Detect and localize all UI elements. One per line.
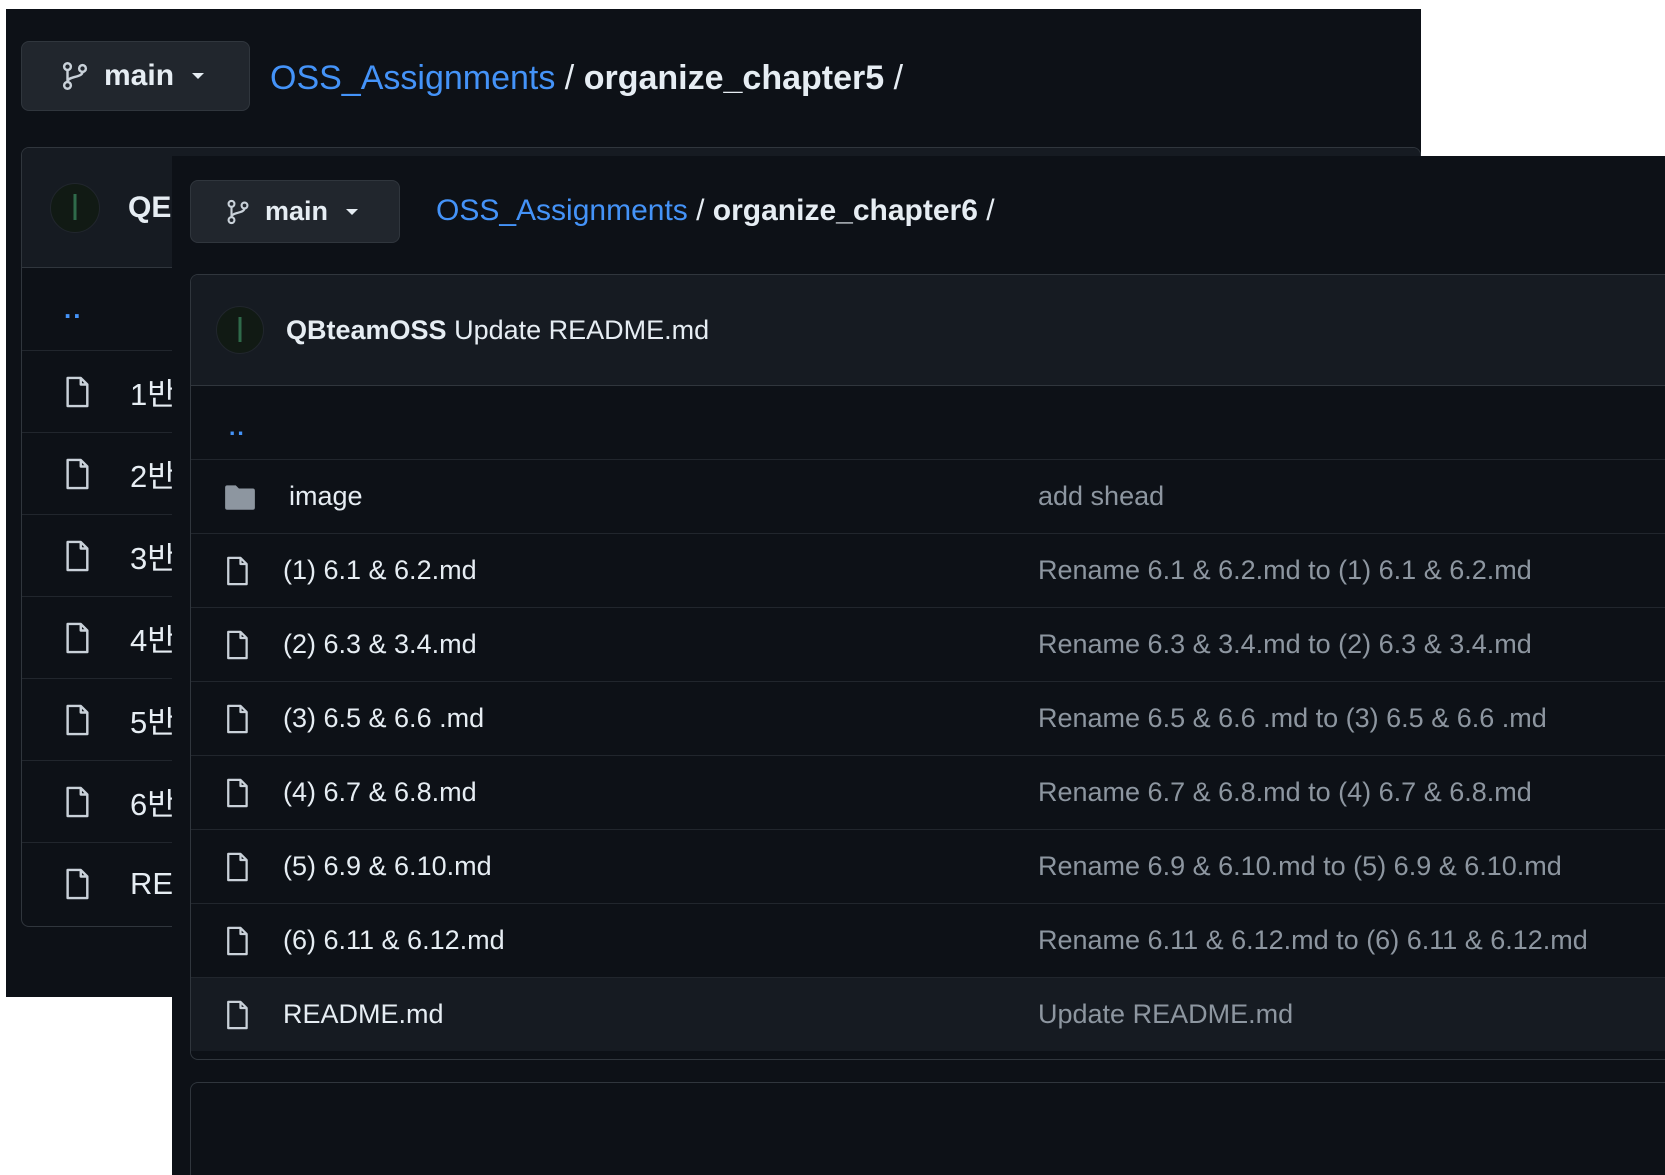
file-icon: [62, 785, 92, 819]
file-name-link[interactable]: (1) 6.1 & 6.2.md: [283, 555, 477, 586]
chevron-down-icon: [192, 73, 205, 79]
parent-directory-row[interactable]: ..: [191, 386, 1665, 459]
file-name-link[interactable]: 4반: [130, 615, 176, 660]
file-row[interactable]: (1) 6.1 & 6.2.md Rename 6.1 & 6.2.md to (…: [191, 533, 1665, 607]
commit-message-link[interactable]: Rename 6.3 & 3.4.md to (2) 6.3 & 3.4.md: [1038, 629, 1532, 660]
file-name-link[interactable]: (3) 6.5 & 6.6 .md: [283, 703, 484, 734]
breadcrumb-current-folder: organize_chapter5: [583, 59, 885, 97]
file-icon: [62, 621, 92, 655]
file-icon: [223, 703, 251, 735]
file-name-link[interactable]: 1반: [130, 369, 176, 414]
file-icon: [62, 867, 92, 901]
commit-message-link[interactable]: add shead: [1038, 481, 1164, 512]
commit-message-link[interactable]: Rename 6.1 & 6.2.md to (1) 6.1 & 6.2.md: [1038, 555, 1532, 586]
branch-name: main: [265, 196, 329, 226]
parent-directory-link[interactable]: ..: [229, 414, 246, 441]
breadcrumb-repo-link[interactable]: OSS_Assignments: [436, 194, 688, 227]
breadcrumb-separator: /: [687, 194, 713, 227]
git-branch-icon: [60, 60, 90, 92]
branch-name: main: [104, 59, 175, 92]
file-table: QBteamOSS Update README.md .. image add s…: [190, 274, 1665, 1060]
file-icon: [223, 555, 251, 587]
file-row[interactable]: (2) 6.3 & 3.4.md Rename 6.3 & 3.4.md to (…: [191, 607, 1665, 681]
breadcrumb: OSS_Assignments / organize_chapter6 /: [436, 194, 995, 228]
file-name-link[interactable]: 2반: [130, 451, 176, 496]
branch-selector-button[interactable]: main: [190, 180, 400, 243]
file-name-link[interactable]: README.md: [283, 999, 444, 1030]
breadcrumb-separator: /: [884, 59, 904, 97]
file-icon: [223, 925, 251, 957]
folder-name-link[interactable]: image: [289, 481, 363, 512]
file-name-link[interactable]: (4) 6.7 & 6.8.md: [283, 777, 477, 808]
breadcrumb-repo-link[interactable]: OSS_Assignments: [270, 59, 555, 97]
commit-message-link[interactable]: Rename 6.5 & 6.6 .md to (3) 6.5 & 6.6 .m…: [1038, 703, 1547, 734]
commit-message-link[interactable]: Rename 6.7 & 6.8.md to (4) 6.7 & 6.8.md: [1038, 777, 1532, 808]
parent-directory-link[interactable]: ..: [64, 294, 82, 325]
file-name-link[interactable]: (2) 6.3 & 3.4.md: [283, 629, 477, 660]
file-icon: [223, 629, 251, 661]
file-icon: [62, 703, 92, 737]
avatar[interactable]: [50, 182, 100, 233]
commit-message-link[interactable]: Rename 6.9 & 6.10.md to (5) 6.9 & 6.10.m…: [1038, 851, 1562, 882]
commit-author[interactable]: QE: [128, 191, 171, 225]
file-name-link[interactable]: (5) 6.9 & 6.10.md: [283, 851, 492, 882]
breadcrumb-current-folder: organize_chapter6: [712, 194, 978, 227]
file-icon: [62, 539, 92, 573]
git-branch-icon: [225, 198, 251, 226]
file-name-link[interactable]: 3반: [130, 533, 176, 578]
file-icon: [223, 999, 251, 1031]
chevron-down-icon: [346, 208, 359, 215]
breadcrumb-separator: /: [555, 59, 584, 97]
file-name-link[interactable]: RE: [130, 866, 173, 902]
file-icon: [223, 777, 251, 809]
folder-row[interactable]: image add shead: [191, 459, 1665, 533]
branch-selector-button[interactable]: main: [21, 41, 250, 111]
file-row[interactable]: README.md Update README.md: [191, 977, 1665, 1051]
latest-commit-bar: QBteamOSS Update README.md: [191, 275, 1665, 386]
file-row[interactable]: (5) 6.9 & 6.10.md Rename 6.9 & 6.10.md to…: [191, 829, 1665, 903]
file-icon: [62, 457, 92, 491]
breadcrumb-separator: /: [977, 194, 995, 227]
commit-author[interactable]: QBteamOSS: [286, 315, 447, 345]
commit-message-link[interactable]: Update README.md: [1038, 999, 1293, 1030]
file-row[interactable]: (4) 6.7 & 6.8.md Rename 6.7 & 6.8.md to (…: [191, 755, 1665, 829]
front-window-chapter6: main OSS_Assignments / organize_chapter6…: [172, 156, 1665, 1175]
file-icon: [62, 375, 92, 409]
commit-message-link[interactable]: Rename 6.11 & 6.12.md to (6) 6.11 & 6.12…: [1038, 925, 1588, 956]
file-name-link[interactable]: 6반: [130, 779, 176, 824]
file-row[interactable]: (6) 6.11 & 6.12.md Rename 6.11 & 6.12.md …: [191, 903, 1665, 977]
file-row[interactable]: (3) 6.5 & 6.6 .md Rename 6.5 & 6.6 .md to…: [191, 681, 1665, 755]
avatar[interactable]: [216, 306, 264, 354]
file-icon: [223, 851, 251, 883]
folder-icon: [223, 482, 257, 512]
commit-message[interactable]: Update README.md: [454, 315, 709, 345]
readme-panel-edge: [190, 1082, 1665, 1175]
file-name-link[interactable]: 5반: [130, 697, 176, 742]
file-name-link[interactable]: (6) 6.11 & 6.12.md: [283, 925, 505, 956]
breadcrumb: OSS_Assignments / organize_chapter5 /: [270, 59, 903, 98]
